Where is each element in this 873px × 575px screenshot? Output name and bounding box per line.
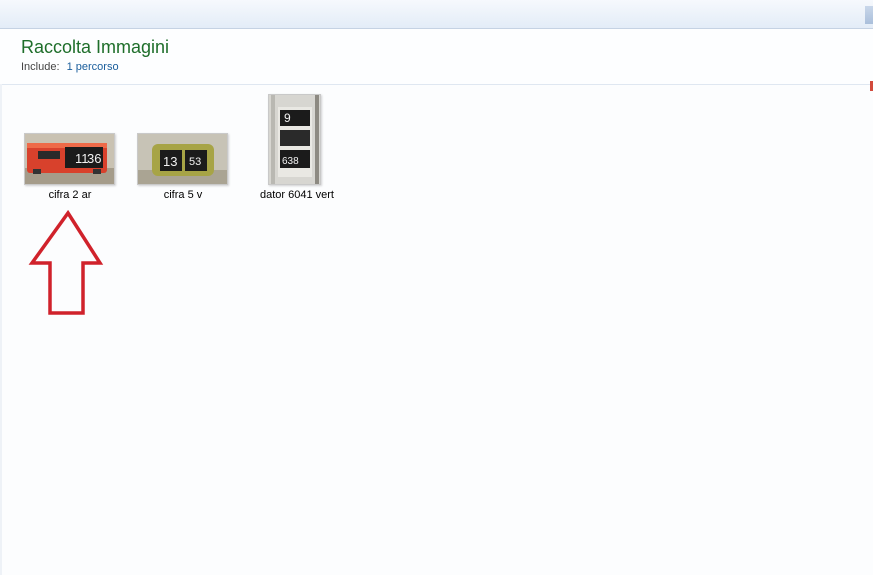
flip-hours-text: 13 [163,154,177,169]
library-title: Raccolta Immagini [21,37,170,57]
red-up-arrow-annotation [28,210,104,315]
thumbnail-image: 9 638 [268,94,321,185]
file-list: 11 36 cifra 2 ar 13 53 cifra 5 v 9 638 d… [0,85,873,575]
window-corner [865,6,873,24]
file-name-label: cifra 5 v [163,189,203,201]
flip-bottom-text: 638 [282,156,299,167]
thumbnail-image: 13 53 [137,133,228,185]
library-header: Raccolta Immagini Include: 1 percorso [0,29,873,91]
include-locations-link[interactable]: 1 percorso [67,61,119,73]
clock-photo-olive: 13 53 [138,134,227,184]
include-label: Include: [21,61,60,73]
file-name-label: dator 6041 vert [260,189,334,201]
command-bar [0,0,873,29]
flip-top-text: 9 [284,111,291,125]
file-item-cifra-2-ar[interactable]: 11 36 cifra 2 ar [22,131,118,203]
library-include: Include: 1 percorso [21,61,119,73]
thumbnail-image: 11 36 [24,133,115,185]
clock-photo-vertical: 9 638 [269,95,320,184]
flip-minutes-text: 53 [189,156,201,168]
clock-photo-orange: 11 36 [25,134,114,184]
flip-minutes-text: 36 [87,151,101,166]
file-item-cifra-5-v[interactable]: 13 53 cifra 5 v [135,131,231,203]
file-name-label: cifra 2 ar [48,189,92,201]
file-item-dator-6041-vert[interactable]: 9 638 dator 6041 vert [247,93,347,205]
